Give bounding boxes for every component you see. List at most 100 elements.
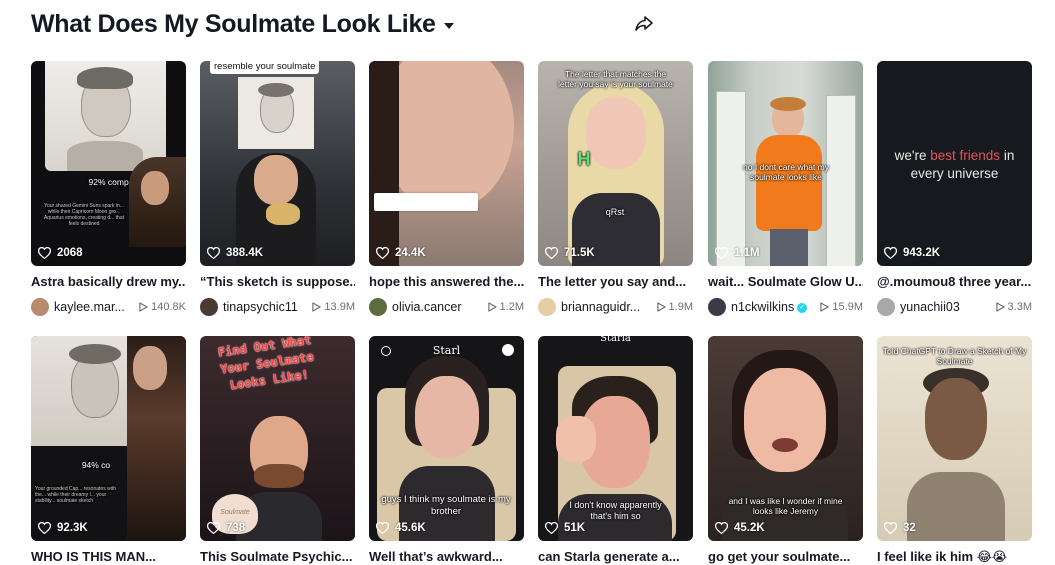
view-count: 13.9M: [312, 301, 355, 313]
video-thumbnail[interactable]: we're best friends in every universe 943…: [877, 61, 1032, 266]
overlay-text: no I dont care what my soulmate looks li…: [743, 162, 829, 182]
overlay-text: guys I think my soulmate is my brother: [381, 494, 511, 517]
video-caption[interactable]: This Soulmate Psychic...: [200, 549, 355, 564]
sketch-image: [45, 61, 166, 171]
person-image: [129, 157, 186, 247]
person-hair: [369, 61, 399, 266]
avatar[interactable]: [877, 298, 895, 316]
video-meta: kaylee.mar... 140.8K: [31, 297, 186, 317]
overlay-text: The letter that matches the letter you s…: [558, 69, 673, 89]
video-caption[interactable]: “This sketch is suppose...: [200, 274, 355, 289]
video-caption[interactable]: I feel like ik him 😂😭: [877, 549, 1032, 565]
overlay-letters: qRst: [605, 207, 625, 217]
sketch-portrait: [901, 362, 1011, 541]
video-caption[interactable]: Astra basically drew my...: [31, 274, 186, 289]
video-thumbnail[interactable]: and I was like I wonder if mine looks li…: [708, 336, 863, 541]
like-count: 45.6K: [376, 522, 426, 534]
view-count: 1.9M: [656, 301, 693, 313]
overlay-subtext: Your shared Gemini Suns spark in... whil…: [43, 203, 125, 227]
heart-icon: [715, 247, 728, 259]
like-count: 943.2K: [884, 247, 940, 259]
like-count-text: 92.3K: [57, 522, 88, 534]
avatar[interactable]: [538, 298, 556, 316]
like-count-text: 51K: [564, 522, 586, 534]
overlay-label: resemble your soulmate: [210, 59, 320, 74]
sketch-image: [31, 336, 141, 446]
username[interactable]: kaylee.mar...: [54, 300, 135, 314]
video-caption[interactable]: WHO IS THIS MAN...: [31, 549, 186, 564]
video-thumbnail[interactable]: Told ChatGPT to Draw a Sketch of My Soul…: [877, 336, 1032, 541]
play-icon: [820, 302, 830, 312]
username[interactable]: yunachii03: [900, 300, 992, 314]
heart-icon: [376, 522, 389, 534]
overlay-text: I don't know apparently that's him so: [569, 500, 662, 521]
video-caption[interactable]: hope this answered the...: [369, 274, 524, 289]
video-thumbnail[interactable]: no I dont care what my soulmate looks li…: [708, 61, 863, 266]
video-thumbnail[interactable]: 94% co Your grounded Cap... resonates wi…: [31, 336, 186, 541]
username[interactable]: n1ckwilkins ✓: [731, 300, 816, 314]
username[interactable]: olivia.cancer: [392, 300, 484, 314]
heart-icon: [545, 247, 558, 259]
username[interactable]: briannaguidr...: [561, 300, 653, 314]
chevron-down-icon[interactable]: [443, 23, 454, 29]
video-caption[interactable]: The letter you say and...: [538, 274, 693, 289]
like-count: 388.4K: [207, 247, 263, 259]
video-caption[interactable]: Well that’s awkward...: [369, 549, 524, 564]
view-count-text: 3.3M: [1007, 301, 1032, 313]
share-icon[interactable]: [634, 13, 654, 33]
heart-label: Soulmate: [220, 509, 250, 516]
like-count-text: 1.1M: [734, 247, 760, 259]
video-thumbnail[interactable]: Starl guys I think my soulmate is my bro…: [369, 336, 524, 541]
heart-icon: [545, 522, 558, 534]
person-image: [127, 336, 186, 541]
like-count: 71.5K: [545, 247, 595, 259]
username-text[interactable]: n1ckwilkins: [731, 300, 794, 314]
like-count-text: 45.6K: [395, 522, 426, 534]
view-count-text: 15.9M: [832, 301, 863, 313]
view-count-text: 1.2M: [499, 301, 524, 313]
like-count-text: 738: [226, 522, 246, 534]
overlay-text: Find Out What Your Soulmate Looks Like!: [217, 336, 315, 393]
video-caption[interactable]: can Starla generate a...: [538, 549, 693, 564]
like-count: 92.3K: [38, 522, 88, 534]
heart-icon: [884, 247, 897, 259]
video-thumbnail[interactable]: Starla I don't know apparently that's hi…: [538, 336, 693, 541]
person-image: [379, 61, 514, 211]
like-count-text: 388.4K: [226, 247, 264, 259]
overlay-text: 94% co: [81, 460, 111, 470]
overlay-text-part: we're: [894, 148, 931, 163]
play-icon: [656, 302, 666, 312]
like-count: 51K: [545, 522, 585, 534]
video-meta: briannaguidr... 1.9M: [538, 297, 693, 317]
play-icon: [487, 302, 497, 312]
video-thumbnail[interactable]: 92% compa Your shared Gemini Suns spark …: [31, 61, 186, 266]
like-count: 738: [207, 522, 245, 534]
video-caption[interactable]: go get your soulmate...: [708, 549, 863, 564]
video-meta: olivia.cancer 1.2M: [369, 297, 524, 317]
avatar[interactable]: [369, 298, 387, 316]
avatar[interactable]: [200, 298, 218, 316]
overlay-title: Starl: [432, 344, 461, 357]
view-count: 1.2M: [487, 301, 524, 313]
view-count: 140.8K: [139, 301, 186, 313]
like-count-text: 32: [903, 522, 916, 534]
avatar[interactable]: [708, 298, 726, 316]
profile-icon[interactable]: [502, 344, 514, 356]
person-image: [568, 83, 664, 266]
video-caption[interactable]: wait... Soulmate Glow U...: [708, 274, 863, 289]
heart-icon: [376, 247, 389, 259]
like-count-text: 943.2K: [903, 247, 941, 259]
person-image: [756, 97, 822, 266]
username[interactable]: tinapsychic11: [223, 300, 308, 314]
video-thumbnail[interactable]: The letter that matches the letter you s…: [538, 61, 693, 266]
play-icon: [995, 302, 1005, 312]
video-caption[interactable]: @.moumou8 three year...: [877, 274, 1032, 289]
avatar[interactable]: [31, 298, 49, 316]
overlay-letter: H: [577, 149, 591, 169]
video-thumbnail[interactable]: Find Out What Your Soulmate Looks Like! …: [200, 336, 355, 541]
heart-icon: [38, 247, 51, 259]
video-thumbnail[interactable]: 388.4K: [200, 61, 355, 266]
heart-icon: [715, 522, 728, 534]
video-thumbnail[interactable]: 24.4K: [369, 61, 524, 266]
overlay-title: Starla: [600, 336, 631, 344]
